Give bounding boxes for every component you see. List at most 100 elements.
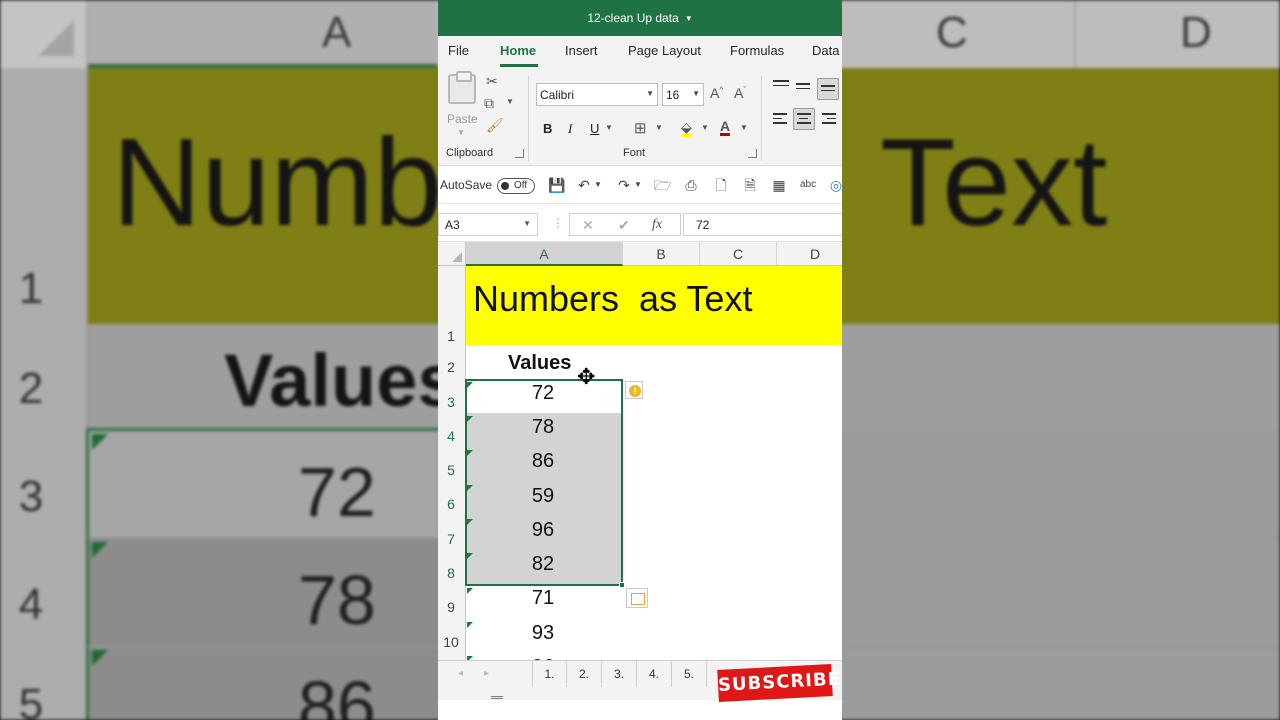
chevron-down-icon[interactable]: ▼ [655, 124, 663, 132]
resize-grip-icon[interactable] [491, 696, 503, 699]
cell-value[interactable]: 86 [518, 450, 568, 473]
cell-value[interactable]: 71 [518, 587, 568, 610]
chevron-down-icon[interactable]: ▼ [457, 128, 465, 137]
warning-icon: ! [629, 385, 641, 397]
spelling-icon[interactable]: abc [800, 177, 816, 193]
fill-handle[interactable] [619, 582, 625, 588]
sheet-tab-5[interactable]: 5. [672, 661, 707, 687]
chevron-down-icon[interactable]: ▼ [523, 219, 531, 228]
row-header-4[interactable]: 4 [438, 428, 464, 444]
column-header-a[interactable]: A [466, 242, 623, 266]
enter-icon[interactable]: ✔ [618, 217, 630, 234]
chevron-down-icon[interactable]: ▼ [701, 124, 709, 132]
format-painter-icon[interactable]: 🖌 [486, 118, 504, 132]
autosave-toggle[interactable]: Off [497, 178, 535, 194]
column-header-c[interactable]: C [700, 242, 777, 266]
paste-label[interactable]: Paste [447, 112, 478, 126]
more-commands-icon[interactable]: ◎ [828, 177, 842, 193]
sheet-tab-4[interactable]: 4. [637, 661, 672, 687]
cancel-icon[interactable]: ✕ [582, 217, 594, 234]
cell-value[interactable]: 82 [518, 553, 568, 576]
chevron-down-icon[interactable]: ▼ [506, 98, 514, 106]
chevron-down-icon[interactable]: ▼ [590, 177, 606, 193]
chevron-down-icon[interactable]: ▼ [630, 177, 646, 193]
bold-button[interactable]: B [543, 121, 552, 136]
fill-color-icon[interactable]: ⬙ [681, 120, 692, 137]
tab-formulas[interactable]: Formulas [730, 43, 784, 58]
error-indicator [467, 588, 473, 594]
new-file-icon[interactable]: 🗋 [713, 177, 729, 193]
sheet-tab-2[interactable]: 2. [567, 661, 602, 687]
chevron-down-icon[interactable]: ▼ [692, 89, 700, 98]
borders-icon[interactable]: ⊞ [634, 121, 647, 136]
row-header-6[interactable]: 6 [438, 496, 464, 512]
chevron-down-icon[interactable]: ▼ [740, 124, 748, 132]
tab-file[interactable]: File [448, 43, 469, 58]
quick-analysis-icon[interactable] [626, 588, 648, 608]
font-size-select[interactable]: 16 ▼ [662, 83, 704, 106]
cut-icon[interactable]: ✂ [486, 74, 498, 88]
row-header-5[interactable]: 5 [438, 462, 464, 478]
dialog-launcher-icon[interactable] [515, 149, 524, 158]
error-warning-button[interactable]: ! [625, 381, 643, 399]
tab-home[interactable]: Home [500, 43, 536, 58]
title-bar[interactable]: 12-clean Up data ▼ [438, 0, 842, 36]
page-setup-icon[interactable]: 🗎 [742, 177, 758, 193]
bg-row-number: 5 [18, 680, 44, 720]
save-icon[interactable]: 💾 [548, 177, 565, 193]
ribbon: Paste ▼ ✂ ⧉ ▼ 🖌 Clipboard Calibri ▼ 16 ▼… [438, 68, 842, 166]
scroll-left-icon[interactable]: ◂ [458, 668, 463, 679]
row-header-1[interactable]: 1 [438, 328, 464, 344]
tab-page-layout[interactable]: Page Layout [628, 43, 701, 58]
print-preview-icon[interactable]: ⎙ [683, 177, 699, 193]
align-bottom-icon[interactable] [821, 85, 837, 99]
values-header-cell[interactable]: Values [508, 352, 571, 375]
paste-icon[interactable] [448, 71, 476, 104]
row-header-8[interactable]: 8 [438, 565, 464, 581]
font-color-icon[interactable]: A [720, 119, 731, 136]
chevron-down-icon[interactable]: ▼ [685, 14, 693, 23]
title-cell[interactable]: Numbers as Text [466, 266, 842, 345]
scroll-right-icon[interactable]: ▸ [484, 668, 489, 679]
align-center-icon[interactable] [797, 113, 813, 127]
align-top-icon[interactable] [773, 80, 789, 94]
row-header-9[interactable]: 9 [438, 599, 464, 615]
tab-insert[interactable]: Insert [565, 43, 598, 58]
underline-button[interactable]: U [590, 121, 599, 136]
name-box[interactable]: A3 ▼ [438, 213, 538, 236]
align-left-icon[interactable] [773, 113, 789, 127]
column-header-d[interactable]: D [777, 242, 842, 266]
decrease-font-size-icon[interactable]: Aˇ [734, 86, 746, 100]
cell-value[interactable]: 72 [518, 382, 568, 405]
sheet-tab-3[interactable]: 3. [602, 661, 637, 687]
sheet-tab-1[interactable]: 1. [532, 661, 567, 687]
open-folder-icon[interactable]: 🗁 [654, 177, 671, 193]
cell-value[interactable]: 96 [518, 519, 568, 542]
italic-button[interactable]: I [568, 121, 572, 137]
column-header-b[interactable]: B [623, 242, 700, 266]
cell-value[interactable]: 78 [518, 416, 568, 439]
tab-data[interactable]: Data [812, 43, 839, 58]
cell-value[interactable]: 93 [518, 622, 568, 645]
align-right-icon[interactable] [822, 113, 838, 127]
increase-font-size-icon[interactable]: A^ [710, 86, 723, 100]
row-header-2[interactable]: 2 [438, 359, 464, 375]
subscribe-badge[interactable]: SUBSCRIBE [717, 664, 841, 702]
dialog-launcher-icon[interactable] [748, 149, 757, 158]
row-header-10[interactable]: 10 [438, 634, 464, 650]
chevron-down-icon[interactable]: ▼ [605, 124, 613, 132]
copy-icon[interactable]: ⧉ [484, 96, 494, 110]
row-header-3[interactable]: 3 [438, 394, 464, 410]
align-middle-icon[interactable] [796, 83, 812, 97]
select-all-button[interactable] [438, 242, 466, 266]
cell-value[interactable]: 59 [518, 485, 568, 508]
formula-input[interactable]: 72 [683, 213, 842, 236]
font-name-select[interactable]: Calibri ▼ [536, 83, 658, 106]
error-indicator [467, 519, 473, 525]
insert-function-icon[interactable]: fx [652, 217, 662, 233]
bg-row-number: 1 [18, 264, 44, 313]
formula-buttons: ✕ ✔ fx [569, 213, 681, 236]
chevron-down-icon[interactable]: ▼ [646, 89, 654, 98]
form-icon[interactable]: ▦ [771, 177, 787, 193]
row-header-7[interactable]: 7 [438, 531, 464, 547]
